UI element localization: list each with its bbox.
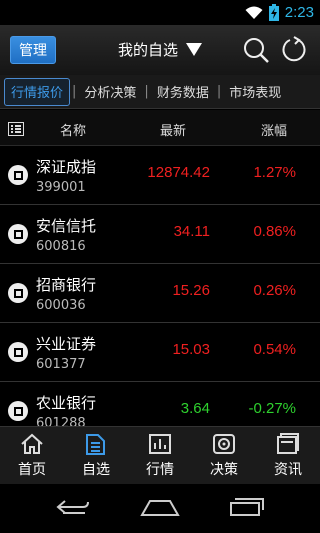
news-icon (277, 432, 299, 454)
stock-change: 0.86% (253, 223, 296, 240)
wifi-icon (245, 6, 263, 20)
tab-separator: | (216, 84, 222, 99)
stock-name: 深证成指 (36, 158, 97, 176)
watchlist-selector[interactable]: 我的自选 (118, 39, 203, 60)
home-icon (21, 433, 43, 454)
nav-label: 首页 (18, 461, 46, 478)
tab-bar: 行情报价 | 分析决策 | 财务数据 | 市场表现 (0, 75, 320, 109)
stock-price: 34.11 (173, 223, 210, 240)
stock-code: 600036 (36, 298, 86, 313)
stock-name: 兴业证券 (36, 335, 97, 353)
back-icon (56, 499, 89, 514)
stock-marker-icon (8, 283, 28, 303)
page-title: 我的自选 (118, 41, 179, 59)
status-time: 2:23 (284, 4, 314, 21)
nav-home[interactable]: 首页 (0, 427, 64, 484)
refresh-icon (282, 36, 306, 62)
tab-market[interactable]: 市场表现 (223, 78, 287, 106)
stock-price: 15.03 (172, 341, 210, 358)
home-system-button[interactable] (140, 497, 180, 521)
stock-change: 1.27% (253, 164, 296, 181)
nav-decision[interactable]: 决策 (192, 427, 256, 484)
search-icon (244, 38, 269, 63)
stock-price: 15.26 (172, 282, 210, 299)
tab-financial[interactable]: 财务数据 (151, 78, 215, 106)
nav-favorites[interactable]: 自选 (64, 427, 128, 484)
stock-change: 0.26% (253, 282, 296, 299)
nav-market[interactable]: 行情 (128, 427, 192, 484)
top-bar: 管理 我的自选 (0, 25, 320, 75)
tab-separator: | (144, 84, 149, 99)
nav-label: 行情 (146, 461, 174, 478)
stock-name: 招商银行 (36, 276, 97, 294)
table-row[interactable]: 招商银行 600036 15.26 0.26% (0, 264, 320, 323)
tab-analysis[interactable]: 分析决策 (78, 78, 142, 106)
recents-button[interactable] (229, 497, 265, 521)
stock-price: 3.64 (180, 400, 210, 417)
column-latest[interactable]: 最新 (160, 120, 186, 139)
decision-icon (213, 433, 235, 454)
stock-name: 农业银行 (36, 394, 97, 412)
tab-separator: | (72, 84, 77, 99)
table-row[interactable]: 兴业证券 601377 15.03 0.54% (0, 323, 320, 382)
nav-label: 决策 (210, 461, 238, 478)
stock-marker-icon (8, 401, 28, 421)
stock-name: 安信信托 (36, 217, 97, 235)
stock-price: 12874.42 (147, 164, 210, 181)
table-row[interactable]: 深证成指 399001 12874.42 1.27% (0, 146, 320, 205)
recents-icon (230, 497, 265, 516)
list-menu-icon[interactable] (8, 121, 24, 140)
stock-code: 601288 (36, 416, 86, 426)
stock-change: 0.54% (253, 341, 296, 358)
table-header: 名称 最新 涨幅 (0, 110, 320, 146)
back-button[interactable] (55, 497, 91, 521)
stock-list: 深证成指 399001 12874.42 1.27% 安信信托 600816 3… (0, 146, 320, 426)
column-name[interactable]: 名称 (60, 120, 86, 139)
triangle-down-icon (186, 43, 203, 56)
nav-label: 自选 (82, 461, 110, 478)
column-change[interactable]: 涨幅 (261, 120, 287, 139)
system-nav-bar (0, 484, 320, 533)
nav-news[interactable]: 资讯 (256, 427, 320, 484)
stock-code: 600816 (36, 239, 86, 254)
chart-icon (149, 433, 171, 454)
favorites-icon (86, 433, 105, 455)
stock-change: -0.27% (248, 400, 296, 417)
table-row[interactable]: 安信信托 600816 34.11 0.86% (0, 205, 320, 264)
nav-label: 资讯 (274, 461, 302, 478)
stock-code: 601377 (36, 357, 86, 372)
bottom-nav: 首页 自选 行情 决策 资讯 (0, 426, 320, 484)
stock-marker-icon (8, 342, 28, 362)
battery-charging-icon (268, 4, 279, 21)
home-system-icon (140, 499, 180, 516)
manage-button[interactable]: 管理 (10, 36, 56, 64)
refresh-button[interactable] (280, 36, 308, 64)
stock-marker-icon (8, 165, 28, 185)
stock-marker-icon (8, 224, 28, 244)
search-button[interactable] (242, 36, 270, 64)
stock-code: 399001 (36, 180, 86, 195)
tab-quotes[interactable]: 行情报价 (4, 77, 71, 106)
table-row[interactable]: 农业银行 601288 3.64 -0.27% (0, 382, 320, 426)
status-bar: 2:23 (0, 0, 320, 25)
